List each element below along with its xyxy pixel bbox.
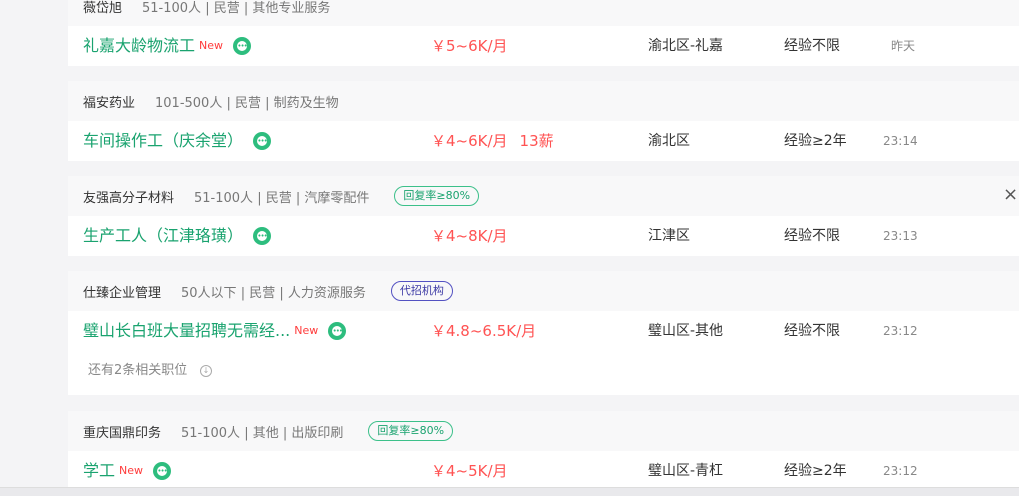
close-icon[interactable]: × — [1003, 185, 1018, 205]
location: 渝北区-礼嘉 — [648, 38, 724, 54]
new-badge: New — [199, 39, 224, 52]
job-title[interactable]: 礼嘉大龄物流工 — [83, 26, 195, 66]
chat-icon[interactable] — [253, 132, 272, 150]
company-header: 仕臻企业管理 50人以下 | 民营 | 人力资源服务 代招机构 — [68, 271, 1019, 311]
experience: 经验不限 — [784, 38, 840, 54]
salary: ￥4~6K/月 13薪 — [431, 121, 554, 161]
post-time: 23:12 — [883, 324, 918, 338]
more-jobs-row[interactable]: 还有2条相关职位 ↓ — [68, 351, 1019, 395]
salary: ￥4~8K/月 — [431, 227, 508, 245]
job-title[interactable]: 学工 — [83, 451, 115, 491]
job-row[interactable]: 生产工人（江津珞璜） ￥4~8K/月 江津区 经验不限 23:13 — [68, 216, 1019, 256]
salary-range: ￥4~6K/月 — [431, 132, 508, 150]
company-meta: 51-100人 | 其他 | 出版印刷 — [181, 425, 344, 441]
company-header: 福安药业 101-500人 | 民营 | 制药及生物 — [68, 81, 1019, 121]
agency-badge: 代招机构 — [390, 281, 453, 301]
company-meta: 51-100人 | 民营 | 汽摩零配件 — [194, 190, 370, 206]
job-title-link[interactable]: 车间操作工（庆余堂） — [83, 121, 272, 161]
chat-icon[interactable] — [153, 462, 172, 480]
company-name[interactable]: 福安药业 — [83, 92, 135, 111]
company-name[interactable]: 仕臻企业管理 — [83, 282, 161, 301]
salary: ￥4~5K/月 — [431, 462, 508, 480]
salary: ￥5~6K/月 — [431, 37, 508, 55]
job-title[interactable]: 车间操作工（庆余堂） — [83, 121, 243, 161]
company-name[interactable]: 重庆国鼎印务 — [83, 422, 161, 441]
more-jobs-link[interactable]: 还有2条相关职位 — [88, 351, 187, 391]
job-title-link[interactable]: 学工 New — [83, 451, 172, 491]
location: 渝北区 — [648, 133, 690, 149]
reply-rate-badge: 回复率≥80% — [394, 186, 480, 206]
chat-icon[interactable] — [253, 227, 272, 245]
company-header: 薇岱旭 51-100人 | 民营 | 其他专业服务 — [68, 0, 1019, 26]
post-time: 23:12 — [883, 464, 918, 478]
salary: ￥4.8~6.5K/月 — [431, 322, 537, 340]
experience: 经验不限 — [784, 323, 840, 339]
job-title[interactable]: 生产工人（江津珞璜） — [83, 216, 243, 256]
salary-extra: 13薪 — [519, 132, 554, 150]
post-time: 23:14 — [883, 134, 918, 148]
job-title-link[interactable]: 生产工人（江津珞璜） — [83, 216, 272, 256]
company-meta: 101-500人 | 民营 | 制药及生物 — [155, 95, 339, 111]
location: 璧山区-青杠 — [648, 463, 724, 479]
chevron-down-icon[interactable]: ↓ — [200, 365, 212, 377]
new-badge: New — [294, 324, 319, 337]
new-badge: New — [119, 464, 144, 477]
job-row[interactable]: 礼嘉大龄物流工 New ￥5~6K/月 渝北区-礼嘉 经验不限 昨天 — [68, 26, 1019, 66]
company-name[interactable]: 友强高分子材料 — [83, 187, 174, 206]
reply-rate-badge: 回复率≥80% — [368, 421, 454, 441]
chat-icon[interactable] — [328, 322, 347, 340]
experience: 经验≥2年 — [784, 463, 847, 479]
job-title-link[interactable]: 璧山长白班大量招聘无需经... New — [83, 311, 347, 351]
experience: 经验不限 — [784, 228, 840, 244]
experience: 经验≥2年 — [784, 133, 847, 149]
location: 璧山区-其他 — [648, 323, 724, 339]
chat-icon[interactable] — [233, 37, 252, 55]
location: 江津区 — [648, 228, 690, 244]
company-header: 友强高分子材料 51-100人 | 民营 | 汽摩零配件 回复率≥80% — [68, 176, 1019, 216]
job-row[interactable]: 车间操作工（庆余堂） ￥4~6K/月 13薪 渝北区 经验≥2年 23:14 — [68, 121, 1019, 161]
company-meta: 50人以下 | 民营 | 人力资源服务 — [181, 285, 366, 301]
job-row[interactable]: 学工 New ￥4~5K/月 璧山区-青杠 经验≥2年 23:12 — [68, 451, 1019, 491]
post-time: 昨天 — [891, 39, 916, 53]
post-time: 23:13 — [883, 229, 918, 243]
company-header: 重庆国鼎印务 51-100人 | 其他 | 出版印刷 回复率≥80% — [68, 411, 1019, 451]
job-row[interactable]: 璧山长白班大量招聘无需经... New ￥4.8~6.5K/月 璧山区-其他 经… — [68, 311, 1019, 351]
job-title-link[interactable]: 礼嘉大龄物流工 New — [83, 26, 252, 66]
company-name[interactable]: 薇岱旭 — [83, 0, 122, 16]
job-title[interactable]: 璧山长白班大量招聘无需经... — [83, 311, 290, 351]
company-meta: 51-100人 | 民营 | 其他专业服务 — [142, 0, 331, 16]
